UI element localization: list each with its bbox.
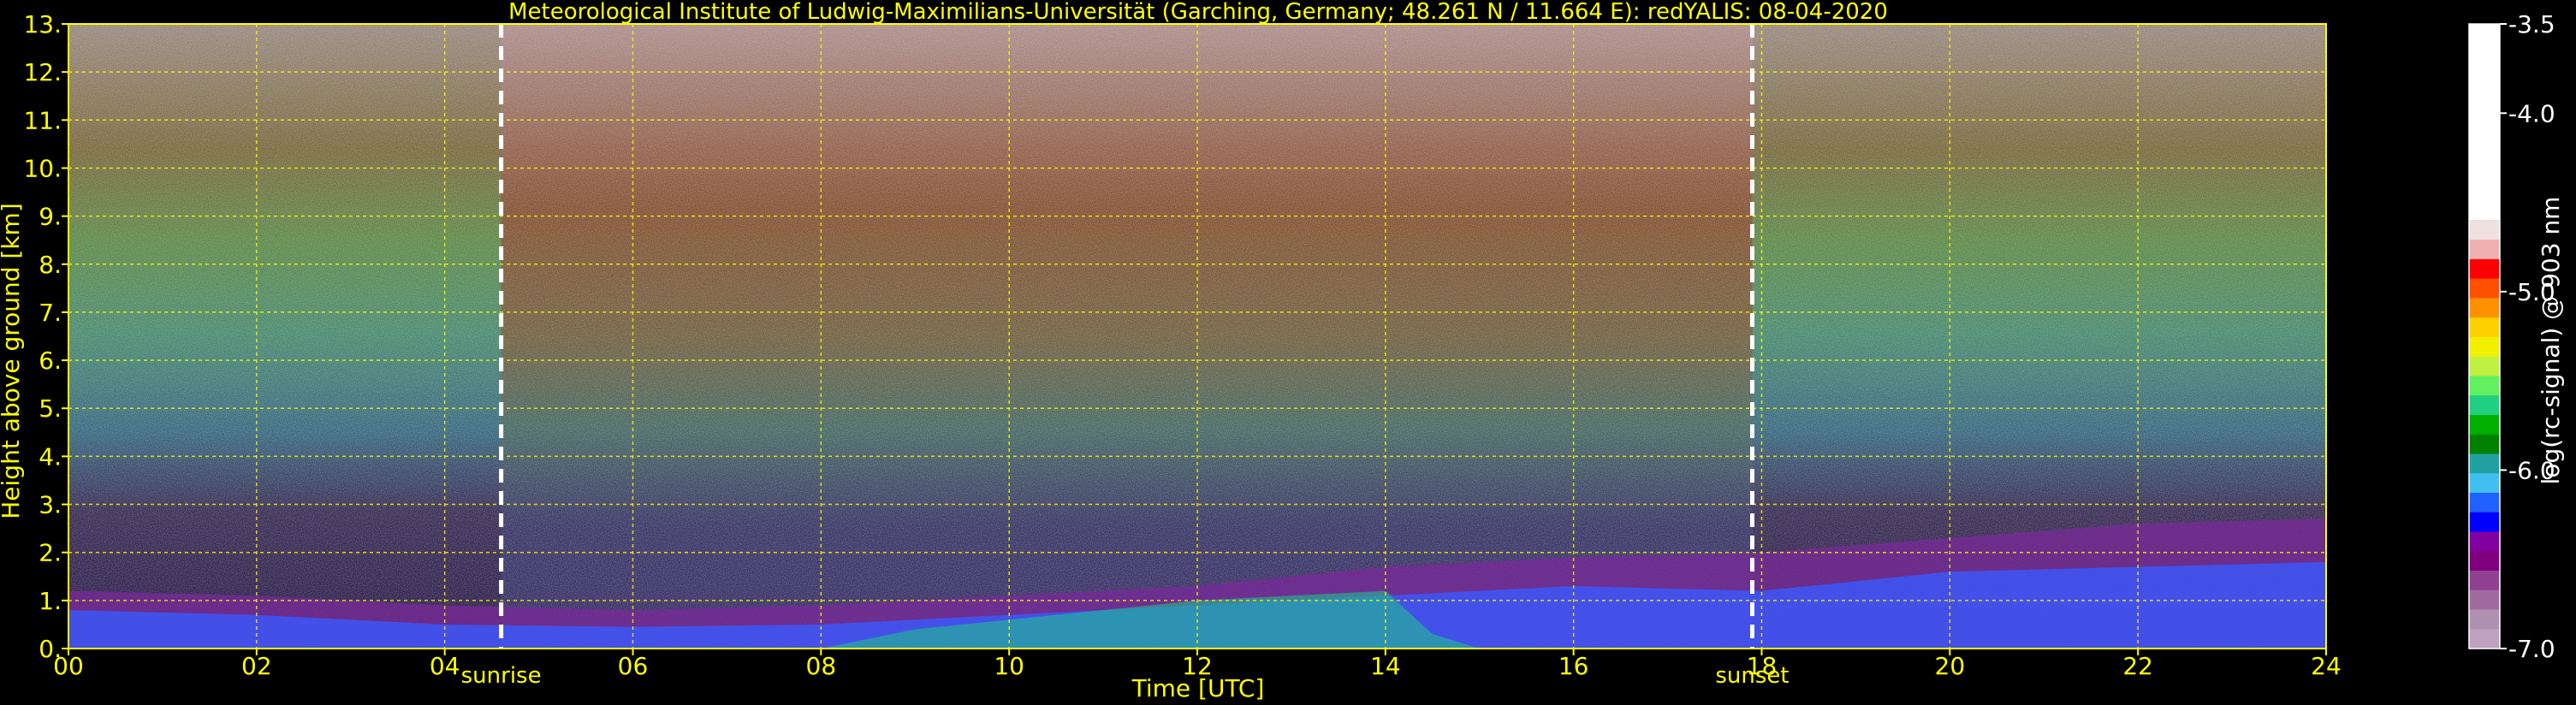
y-axis-label: Height above ground [km] — [0, 203, 25, 519]
colorbar-segment — [2469, 258, 2500, 280]
colorbar-segment — [2469, 278, 2500, 299]
y-tick-label: 1. — [39, 587, 62, 615]
colorbar-segment — [2469, 356, 2500, 376]
x-axis-label: Time [UTC] — [1131, 674, 1265, 702]
x-tick-label: 04 — [430, 652, 460, 680]
y-tick-label: 0. — [39, 635, 62, 663]
y-tick-label: 3. — [39, 491, 62, 519]
lidar-chart: sunrise sunset 00 02 04 06 08 10 12 14 16 18 20 22 24… — [0, 0, 2565, 702]
y-tick-label: 5. — [39, 394, 62, 423]
y-tick-label: 9. — [39, 203, 62, 231]
colorbar-segment — [2469, 551, 2500, 572]
colorbar-segment — [2469, 240, 2500, 260]
y-tick-label: 4. — [39, 442, 62, 471]
chart-title: Meteorological Institute of Ludwig-Maxim… — [508, 0, 1888, 25]
x-tick-label: 06 — [618, 652, 649, 680]
colorbar-tick-label: -3.5 — [2508, 10, 2555, 39]
x-tick-label: 16 — [1558, 652, 1589, 680]
colorbar-top — [2469, 24, 2500, 221]
x-tick-label: 22 — [2122, 652, 2153, 680]
colorbar-segment — [2469, 531, 2500, 552]
x-tick-label: 08 — [806, 652, 837, 680]
y-tick-label: 12. — [23, 58, 62, 86]
colorbar-segment — [2469, 298, 2500, 318]
x-tick-label: 18 — [1747, 652, 1778, 680]
x-tick-label: 24 — [2311, 652, 2342, 680]
y-tick-label: 2. — [39, 539, 62, 567]
y-tick-label: 10. — [23, 154, 62, 182]
colorbar-segment — [2469, 220, 2500, 240]
colorbar-segment — [2469, 395, 2500, 416]
colorbar-tick-label: -7.0 — [2508, 635, 2555, 663]
y-tick-label: 8. — [39, 251, 62, 279]
colorbar-segment — [2469, 336, 2500, 358]
colorbar-segment — [2469, 473, 2500, 494]
y-tick-label: 13. — [23, 10, 62, 39]
colorbar-tick-label: -4.0 — [2508, 99, 2555, 127]
y-tick-label: 7. — [39, 299, 62, 327]
plot-area — [68, 24, 2326, 649]
colorbar-segment — [2469, 570, 2500, 591]
colorbar-segment — [2469, 492, 2500, 513]
colorbar-segment — [2469, 453, 2500, 474]
y-tick-label: 6. — [39, 347, 62, 375]
colorbar-segment — [2469, 629, 2500, 649]
x-tick-label: 10 — [994, 652, 1024, 680]
colorbar-segment — [2469, 376, 2500, 396]
colorbar-segment — [2469, 434, 2500, 454]
colorbar-label: log(rc-signal) @ 903 nm — [2537, 197, 2565, 485]
x-tick-label: 14 — [1370, 652, 1401, 680]
colorbar-segment — [2469, 317, 2500, 338]
colorbar-segment — [2469, 589, 2500, 610]
x-tick-label: 20 — [1935, 652, 1966, 680]
sunrise-label: sunrise — [461, 663, 542, 689]
x-tick-label: 02 — [241, 652, 272, 680]
colorbar-segment — [2469, 414, 2500, 435]
colorbar-segment — [2469, 512, 2500, 532]
colorbar-segment — [2469, 609, 2500, 630]
y-tick-label: 11. — [23, 106, 62, 134]
